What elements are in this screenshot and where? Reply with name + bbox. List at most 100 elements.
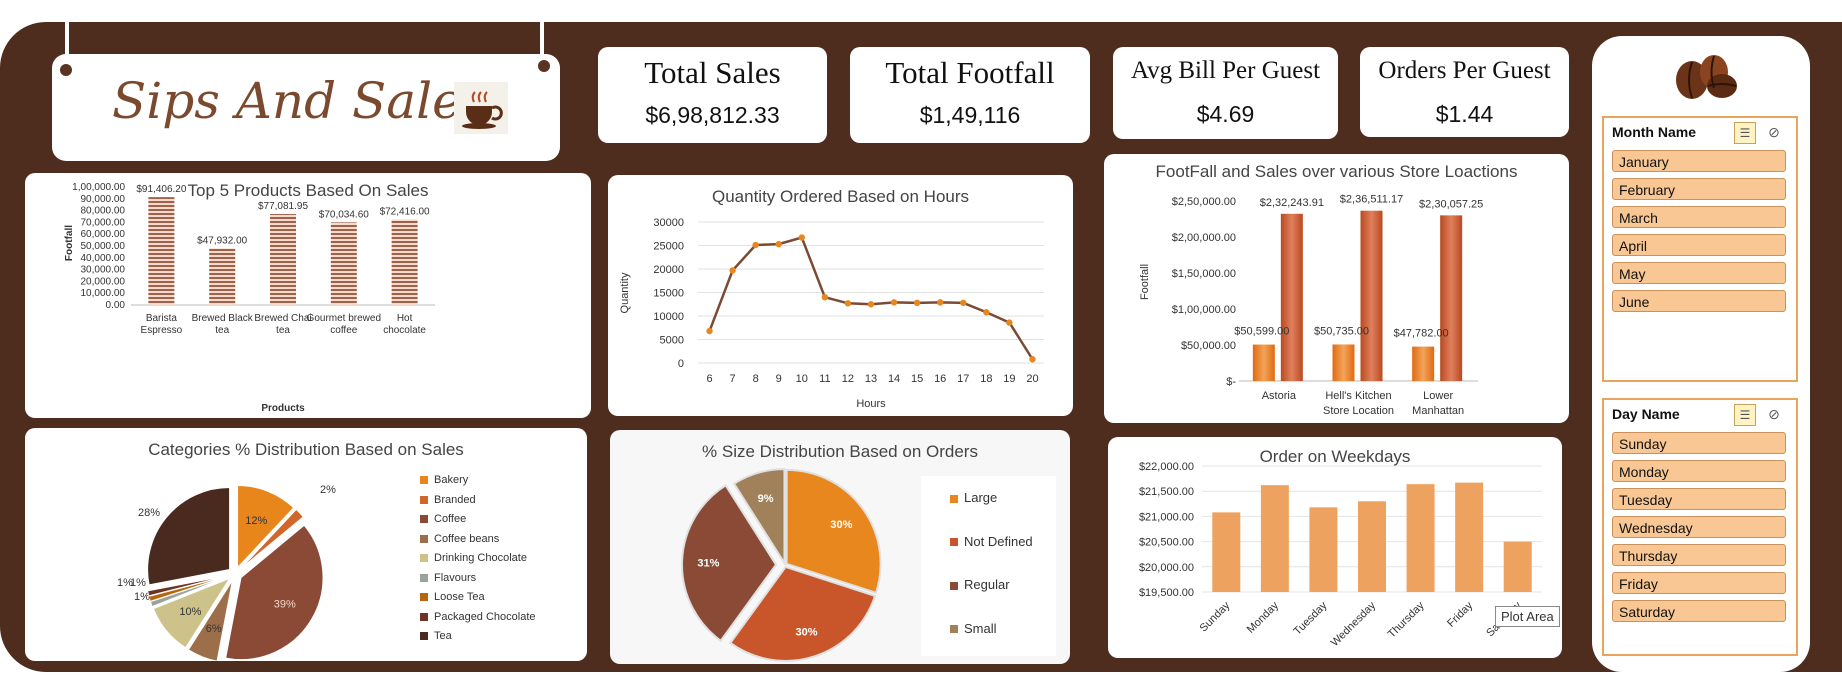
bar-series-1 xyxy=(1252,344,1275,381)
month-item-march[interactable]: March xyxy=(1612,206,1786,228)
legend-label: Flavours xyxy=(434,571,477,584)
day-item-tuesday[interactable]: Tuesday xyxy=(1612,488,1786,510)
legend-label: Bakery xyxy=(434,474,469,486)
day-item-saturday[interactable]: Saturday xyxy=(1612,600,1786,622)
day-item-wednesday[interactable]: Wednesday xyxy=(1612,516,1786,538)
y-tick-label: $1,00,000.00 xyxy=(1172,304,1236,316)
series-line xyxy=(708,235,1034,360)
data-label: $72,416.00 xyxy=(380,207,430,218)
plot-area-tooltip: Plot Area xyxy=(1495,606,1560,627)
multi-select-icon[interactable]: ☰ xyxy=(1734,122,1756,144)
y-tick-label: $2,50,000.00 xyxy=(1172,196,1236,208)
legend-label: Small xyxy=(964,620,997,636)
multi-select-icon[interactable]: ☰ xyxy=(1734,404,1756,426)
chart-sizes-pie[interactable]: % Size Distribution Based on Orders 30% 3… xyxy=(610,430,1070,664)
month-item-january[interactable]: January xyxy=(1612,150,1786,172)
x-tick-label: 7 xyxy=(730,373,736,385)
chart-top5-svg: 0.0010,000.0020,000.0030,000.0040,000.00… xyxy=(64,182,435,414)
y-tick-label: 5000 xyxy=(660,335,684,347)
app-title: Sips And Sales xyxy=(112,72,488,130)
data-point xyxy=(960,299,967,307)
legend-item: Regular xyxy=(950,577,1010,592)
day-item-monday[interactable]: Monday xyxy=(1612,460,1786,482)
legend-item: Branded xyxy=(420,494,476,506)
bar xyxy=(148,197,175,305)
y-tick-label: 20000 xyxy=(653,264,684,276)
data-point xyxy=(867,301,875,308)
legend-swatch xyxy=(420,593,428,602)
x-tick-label: 6 xyxy=(706,373,712,385)
day-item-sunday[interactable]: Sunday xyxy=(1612,432,1786,454)
x-tick-label: 20 xyxy=(1026,373,1038,385)
chart-quantity-hours[interactable]: Quantity Ordered Based on Hours 0 5000 100… xyxy=(608,175,1073,416)
legend-swatch xyxy=(950,625,958,634)
legend-item: Packaged Chocolate xyxy=(420,611,536,623)
legend-item: Small xyxy=(950,621,997,636)
x-tick-label: chocolate xyxy=(383,325,426,336)
y-tick-label: $19,500.00 xyxy=(1139,587,1194,599)
kpi-orders-per-guest-label: Orders Per Guest xyxy=(1378,57,1551,84)
legend-swatch xyxy=(420,476,428,485)
x-tick-label: Astoria xyxy=(1262,390,1297,402)
y-axis-title: Footfall xyxy=(64,225,75,261)
legend-label: Tea xyxy=(434,630,452,642)
legend-swatch xyxy=(420,495,428,504)
legend-swatch xyxy=(420,534,428,543)
x-tick-label: coffee xyxy=(330,325,357,336)
chart-weekdays[interactable]: Order on Weekdays $19,500.00 $20,000.00 $2… xyxy=(1108,437,1562,658)
month-item-may[interactable]: May xyxy=(1612,262,1786,284)
x-tick-label: 16 xyxy=(934,373,946,385)
x-tick-label: 12 xyxy=(842,373,854,385)
y-tick-label: 60,000.00 xyxy=(81,229,126,240)
chart-top5-products[interactable]: Top 5 Products Based On Sales 0.00 10,000… xyxy=(25,173,591,418)
data-point xyxy=(844,300,852,307)
data-point xyxy=(729,267,736,274)
x-tick-label: 18 xyxy=(980,373,992,385)
data-point xyxy=(1006,319,1013,326)
x-tick-label: Sunday xyxy=(1198,599,1233,634)
title-hanger-right xyxy=(540,22,544,54)
bar xyxy=(270,214,296,305)
chart-store-locations[interactable]: FootFall and Sales over various Store Lo… xyxy=(1104,154,1569,423)
kpi-total-sales: Total Sales $6,98,812.33 xyxy=(598,47,827,143)
clear-filter-icon[interactable]: ⊘ xyxy=(1764,404,1784,424)
data-label: 1% xyxy=(117,577,133,589)
y-tick-label: 40,000.00 xyxy=(81,253,126,264)
data-label: $50,735.00 xyxy=(1314,325,1369,337)
x-tick-label: Store Location xyxy=(1323,405,1394,417)
month-item-june[interactable]: June xyxy=(1612,290,1786,312)
month-slicer-title: Month Name xyxy=(1612,124,1696,140)
x-tick-label: Espresso xyxy=(141,325,183,336)
y-tick-label: $21,500.00 xyxy=(1139,486,1194,498)
data-label: 10% xyxy=(179,606,201,618)
title-card: Sips And Sales xyxy=(52,54,560,161)
legend-item: Coffee xyxy=(420,513,466,525)
x-tick-label: Manhattan xyxy=(1412,405,1464,417)
month-item-february[interactable]: February xyxy=(1612,178,1786,200)
y-tick-label: 90,000.00 xyxy=(81,194,126,205)
data-label: 9% xyxy=(758,493,774,505)
data-point xyxy=(890,299,898,306)
day-item-friday[interactable]: Friday xyxy=(1612,572,1786,594)
day-item-thursday[interactable]: Thursday xyxy=(1612,544,1786,566)
bar-series-2 xyxy=(1440,215,1463,381)
chart-categories-pie[interactable]: Categories % Distribution Based on Sales… xyxy=(25,428,587,661)
legend-label: Drinking Chocolate xyxy=(434,552,527,564)
kpi-orders-per-guest-value: $1.44 xyxy=(1435,101,1494,127)
chart-hours-svg: 0 5000 10000 15000 20000 25000 30000 6 7 8 9 10 11 12… xyxy=(619,217,1044,410)
month-item-april[interactable]: April xyxy=(1612,234,1786,256)
clear-filter-icon[interactable]: ⊘ xyxy=(1764,122,1784,142)
x-axis-title: Hours xyxy=(856,398,886,410)
data-point xyxy=(937,299,944,306)
bar xyxy=(1503,541,1532,592)
top5-plot: 0.0010,000.0020,000.0030,000.0040,000.00… xyxy=(64,182,435,414)
data-label: $2,32,243.91 xyxy=(1260,197,1324,209)
y-tick-label: 10,000.00 xyxy=(81,288,126,299)
x-tick-label: Lower xyxy=(1423,390,1453,402)
data-label: $2,30,057.25 xyxy=(1419,198,1483,210)
data-label: 30% xyxy=(830,519,852,531)
x-tick-label: 19 xyxy=(1003,373,1015,385)
bar-series-2 xyxy=(1360,210,1383,381)
x-tick-label: Gourmet brewed xyxy=(307,313,381,324)
bar xyxy=(1212,512,1241,592)
